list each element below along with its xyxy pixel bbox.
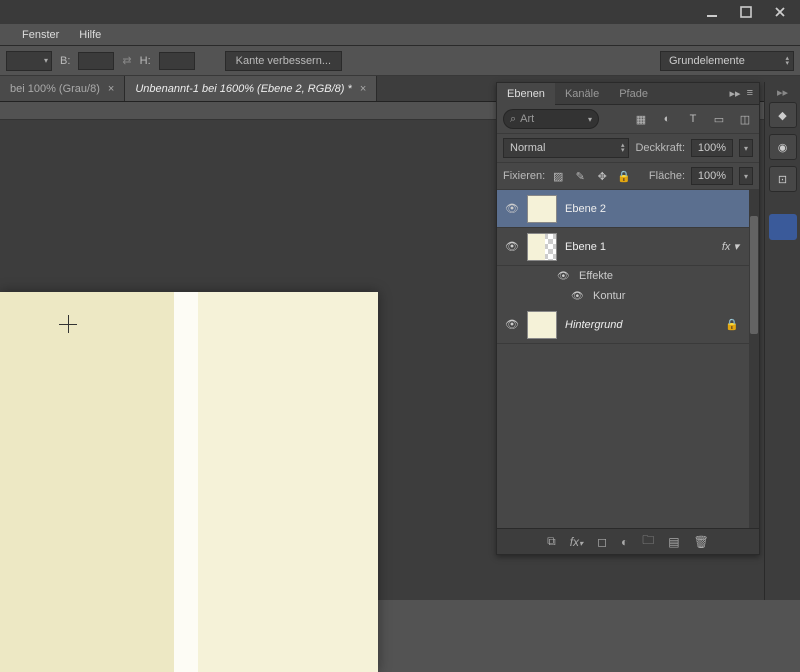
panel-menu-icon[interactable]: ≡ [747, 87, 753, 100]
lock-position-icon[interactable]: ✥ [595, 170, 609, 183]
blend-mode-dropdown[interactable]: Normal ▴▾ [503, 138, 629, 158]
workspace-label: Grundelemente [669, 55, 745, 67]
collapse-icon[interactable]: ▸▸ [730, 87, 741, 100]
visibility-icon[interactable]: 👁 [571, 291, 585, 302]
mask-icon[interactable]: ◻ [597, 535, 607, 549]
maximize-button[interactable] [732, 3, 760, 21]
fx-icon[interactable]: fx▾ [570, 535, 583, 549]
filter-search[interactable]: ⌕ Art ▾ [503, 109, 599, 129]
tool-preset-dropdown[interactable]: ▾ [6, 51, 52, 71]
visibility-icon[interactable]: 👁 [557, 271, 571, 282]
layer-row[interactable]: 👁 Ebene 1 fx ▾ [497, 228, 759, 266]
filter-shape-icon[interactable]: ▭ [711, 111, 727, 127]
visibility-icon[interactable]: 👁 [505, 202, 519, 215]
filter-label: Art [520, 113, 534, 125]
dock-swatches-button[interactable] [769, 214, 797, 240]
adjustment-icon[interactable]: ◐ [621, 535, 628, 549]
layer-name[interactable]: Hintergrund [565, 319, 622, 331]
canvas[interactable] [0, 292, 378, 672]
lock-transparency-icon[interactable]: ▨ [551, 170, 565, 183]
fill-dropdown[interactable]: ▾ [739, 167, 753, 185]
layer-thumbnail[interactable] [527, 195, 557, 223]
height-label: H: [140, 55, 151, 67]
lock-label: Fixieren: [503, 170, 545, 182]
dock-color-button[interactable]: ◉ [769, 134, 797, 160]
layers-panel: Ebenen Kanäle Pfade ▸▸ ≡ ⌕ Art ▾ ▦ ◐ T ▭… [496, 82, 760, 555]
layer-name[interactable]: Ebene 1 [565, 241, 606, 253]
layers-list: 👁 Ebene 2 👁 Ebene 1 fx ▾ 👁 Effekte 👁 Kon… [497, 190, 759, 528]
fill-label: Fläche: [649, 170, 685, 182]
workspace-dropdown[interactable]: Grundelemente ▴▾ [660, 51, 794, 71]
dock-paths-button[interactable]: ⊡ [769, 166, 797, 192]
menu-bar: Fenster Hilfe [0, 24, 800, 46]
options-bar: ▾ B: ⇄ H: Kante verbessern... Grundeleme… [0, 46, 800, 76]
layer-name[interactable]: Ebene 2 [565, 203, 606, 215]
delete-icon[interactable]: 🗑 [694, 535, 709, 549]
doc-tab-2[interactable]: Unbenannt-1 bei 1600% (Ebene 2, RGB/8) *… [125, 76, 377, 101]
opacity-label: Deckkraft: [635, 142, 685, 154]
effect-kontur-row[interactable]: 👁 Kontur [497, 286, 759, 306]
doc-tab-label: bei 100% (Grau/8) [10, 83, 100, 95]
filter-smart-icon[interactable]: ◫ [737, 111, 753, 127]
link-layers-icon[interactable]: ⧉ [547, 534, 556, 549]
new-layer-icon[interactable]: ▤ [668, 535, 679, 549]
close-icon[interactable]: × [108, 83, 114, 95]
scrollbar[interactable] [749, 190, 759, 528]
layers-bottom-bar: ⧉ fx▾ ◻ ◐ 🗀 ▤ 🗑 [497, 528, 759, 554]
group-icon[interactable]: 🗀 [642, 531, 654, 552]
filter-type-icon[interactable]: T [685, 111, 701, 127]
visibility-icon[interactable]: 👁 [505, 240, 519, 253]
layer-row[interactable]: 👁 Ebene 2 [497, 190, 759, 228]
height-field[interactable] [159, 52, 195, 70]
effects-row[interactable]: 👁 Effekte [497, 266, 759, 286]
dock-layers-button[interactable]: ◆ [769, 102, 797, 128]
opacity-field[interactable]: 100% [691, 139, 733, 157]
panel-tab-bar: Ebenen Kanäle Pfade ▸▸ ≡ [497, 83, 759, 105]
lock-all-icon[interactable]: 🔒 [617, 170, 631, 183]
fx-badge[interactable]: fx ▾ [722, 240, 739, 253]
effect-name: Kontur [593, 290, 625, 302]
layer-thumbnail[interactable] [527, 311, 557, 339]
lock-pixels-icon[interactable]: ✎ [573, 170, 587, 183]
search-icon: ⌕ [510, 113, 516, 126]
width-label: B: [60, 55, 70, 67]
doc-tab-label: Unbenannt-1 bei 1600% (Ebene 2, RGB/8) * [135, 83, 351, 95]
opacity-dropdown[interactable]: ▾ [739, 139, 753, 157]
lock-icon: 🔒 [725, 318, 739, 331]
layer-row[interactable]: 👁 Hintergrund 🔒 [497, 306, 759, 344]
swap-icon[interactable]: ⇄ [122, 54, 131, 67]
refine-edge-button[interactable]: Kante verbessern... [225, 51, 342, 71]
menu-hilfe[interactable]: Hilfe [69, 27, 111, 43]
tab-ebenen[interactable]: Ebenen [497, 83, 555, 105]
window-titlebar [0, 0, 800, 24]
visibility-icon[interactable]: 👁 [505, 318, 519, 331]
tab-kanale[interactable]: Kanäle [555, 83, 609, 105]
fill-field[interactable]: 100% [691, 167, 733, 185]
blend-mode-label: Normal [510, 142, 545, 154]
width-field[interactable] [78, 52, 114, 70]
layer-thumbnail[interactable] [527, 233, 557, 261]
close-button[interactable] [766, 3, 794, 21]
filter-pixel-icon[interactable]: ▦ [633, 111, 649, 127]
dock-collapse-icon[interactable]: ▸▸ [765, 86, 800, 96]
right-dock: ▸▸ ◆ ◉ ⊡ [764, 82, 800, 600]
minimize-button[interactable] [698, 3, 726, 21]
filter-adjust-icon[interactable]: ◐ [659, 111, 675, 127]
effects-label: Effekte [579, 270, 613, 282]
doc-tab-1[interactable]: bei 100% (Grau/8) × [0, 76, 125, 101]
scrollbar-thumb[interactable] [750, 216, 758, 334]
menu-fenster[interactable]: Fenster [12, 27, 69, 43]
close-icon[interactable]: × [360, 83, 366, 95]
tab-pfade[interactable]: Pfade [609, 83, 658, 105]
